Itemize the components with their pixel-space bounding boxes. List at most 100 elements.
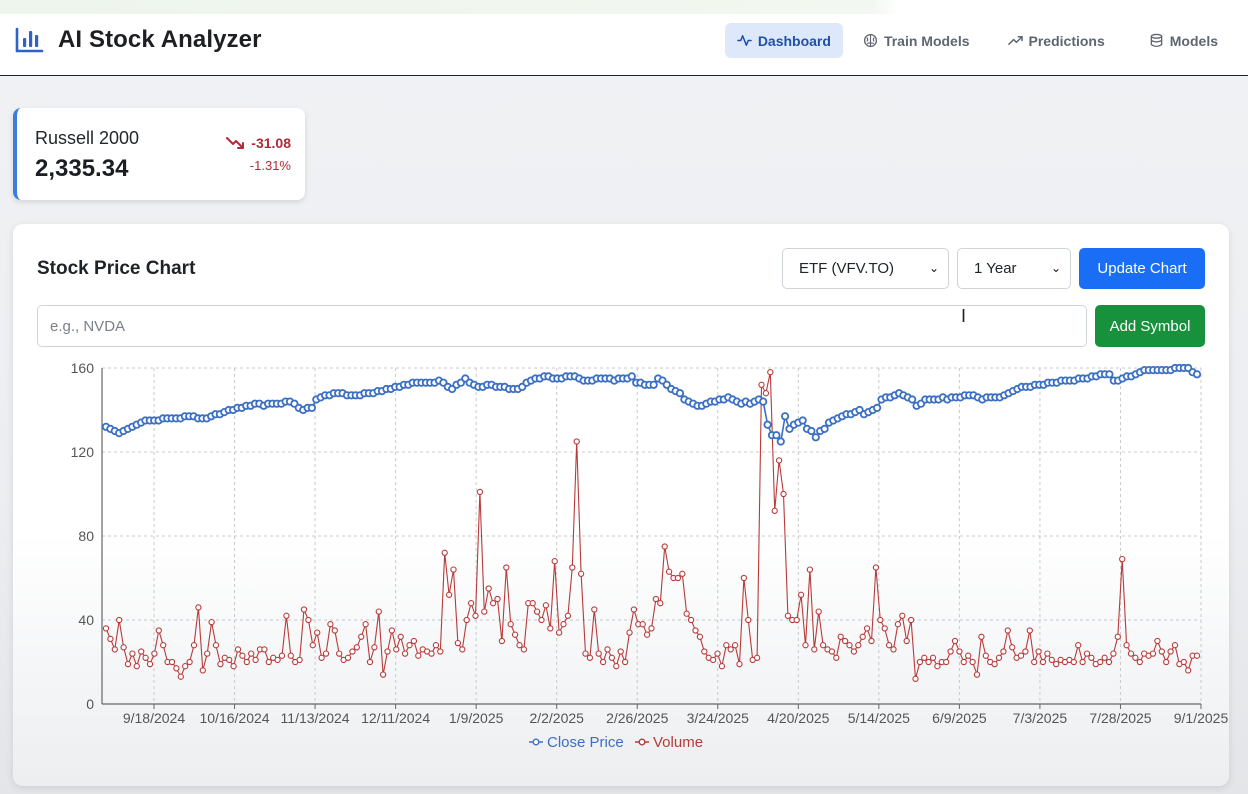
x-tick-label: 7/3/2025 <box>1013 710 1068 726</box>
volume-point <box>604 646 611 653</box>
volume-point <box>336 650 343 657</box>
volume-point <box>186 658 193 666</box>
volume-point <box>934 663 941 670</box>
volume-point <box>160 642 167 649</box>
volume-point <box>903 637 910 645</box>
volume-point <box>621 658 629 666</box>
nav-predictions-label: Predictions <box>1028 32 1105 49</box>
volume-point <box>956 648 963 655</box>
stock-line-chart: 0 40 80 120 160 9/18/2024 10/16/2024 11/13/2024… <box>71 360 1229 751</box>
volume-point <box>863 625 871 632</box>
nav-dashboard[interactable]: Dashboard <box>724 23 843 58</box>
volume-point <box>762 390 770 397</box>
volume-point <box>687 616 695 624</box>
volume-point <box>1088 654 1095 661</box>
x-tick-label: 11/13/2024 <box>281 710 350 726</box>
volume-point <box>573 438 580 445</box>
close-price-point <box>649 380 658 389</box>
volume-point <box>151 650 158 657</box>
volume-point <box>472 612 479 619</box>
volume-point <box>375 608 382 615</box>
index-card-russell-2000[interactable]: Russell 2000 2,335.34 -31.08 -1.31% <box>13 108 305 200</box>
volume-point <box>274 656 281 664</box>
volume-point <box>1127 650 1135 657</box>
x-tick-label: 10/16/2024 <box>199 710 269 726</box>
volume-point <box>208 618 215 626</box>
volume-point <box>116 616 123 624</box>
close-price-point <box>798 416 807 425</box>
volume-point <box>252 656 259 664</box>
close-price-point <box>908 395 917 404</box>
volume-point <box>921 654 928 661</box>
volume-point <box>639 621 646 628</box>
volume-point <box>138 648 145 655</box>
bar-chart-icon <box>15 27 44 53</box>
volume-point <box>296 656 303 664</box>
volume-point <box>507 621 514 628</box>
volume-point <box>1070 658 1077 666</box>
volume-point <box>608 654 616 661</box>
volume-point <box>899 612 906 619</box>
volume-point <box>881 625 888 632</box>
volume-point <box>943 658 950 666</box>
volume-point <box>503 564 510 571</box>
volume-point <box>243 658 250 666</box>
volume-point <box>1136 658 1143 666</box>
volume-point <box>520 646 528 653</box>
volume-point <box>344 654 352 661</box>
volume-point <box>837 633 844 640</box>
x-tick-label: 1/9/2025 <box>449 710 504 726</box>
volume-point <box>577 570 585 577</box>
nav-train-models[interactable]: Train Models <box>851 23 982 58</box>
activity-icon <box>737 35 752 46</box>
volume-point <box>855 642 862 649</box>
volume-point <box>696 633 704 640</box>
legend-marker-point <box>532 738 540 746</box>
volume-point <box>489 600 497 607</box>
close-price-point <box>763 420 772 429</box>
volume-point <box>806 566 814 573</box>
index-change-percent: -1.31% <box>249 158 291 173</box>
y-tick-label: 160 <box>71 360 95 376</box>
volume-point <box>648 625 655 632</box>
volume-point <box>133 663 140 670</box>
close-price-point <box>776 437 785 446</box>
volume-point <box>846 642 853 649</box>
volume-point <box>142 654 149 661</box>
volume-point <box>234 646 242 653</box>
volume-point <box>925 658 932 666</box>
volume-point <box>960 658 967 666</box>
volume-point <box>626 629 633 636</box>
volume-point <box>362 621 369 628</box>
x-tick-label: 9/18/2024 <box>123 710 185 726</box>
volume-point <box>657 600 664 607</box>
volume-point <box>1110 650 1117 657</box>
volume-point <box>1075 642 1082 649</box>
volume-point <box>393 646 400 653</box>
volume-point <box>652 595 660 603</box>
nav-predictions[interactable]: Predictions <box>996 23 1117 58</box>
brand[interactable]: AI Stock Analyzer <box>14 26 262 54</box>
volume-point <box>309 642 316 649</box>
trending-up-icon <box>1007 36 1023 45</box>
volume-point <box>265 658 272 666</box>
y-tick-label: 80 <box>78 528 94 544</box>
volume-point <box>723 642 730 649</box>
nav-models[interactable]: Models <box>1137 23 1230 58</box>
volume-point <box>1009 644 1016 651</box>
volume-point <box>797 591 805 598</box>
volume-point <box>190 642 198 649</box>
index-change-value: -31.08 <box>251 135 291 151</box>
volume-point <box>617 648 624 655</box>
volume-point <box>173 665 180 672</box>
volume-point <box>441 549 448 556</box>
volume-point <box>542 602 550 609</box>
volume-point <box>1101 654 1108 661</box>
trending-down-icon <box>226 137 245 149</box>
brain-icon <box>863 33 878 48</box>
volume-point <box>248 650 255 657</box>
volume-point <box>1053 660 1060 668</box>
x-tick-label: 2/2/2025 <box>529 710 584 726</box>
legend-marker-point <box>638 738 646 746</box>
volume-point <box>815 608 822 615</box>
